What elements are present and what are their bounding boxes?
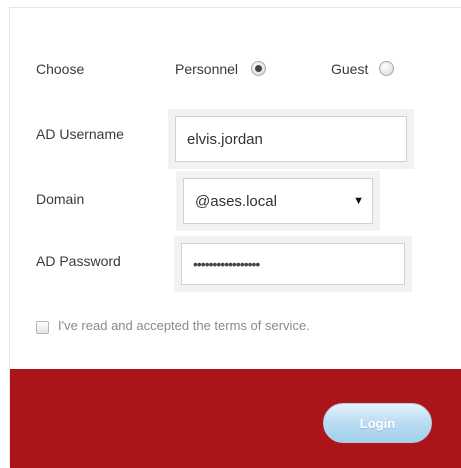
- personnel-label: Personnel: [175, 61, 239, 77]
- terms-label: I've read and accepted the terms of serv…: [58, 318, 310, 333]
- domain-label: Domain: [36, 191, 85, 207]
- choose-label: Choose: [36, 61, 85, 77]
- domain-selected-value: @ases.local: [195, 192, 277, 210]
- personnel-radio[interactable]: [251, 61, 266, 76]
- username-label: AD Username: [36, 126, 124, 142]
- domain-select[interactable]: @ases.local ▼: [183, 178, 373, 224]
- terms-checkbox[interactable]: [36, 321, 49, 334]
- password-field-wrap: •••••••••••••••••: [174, 236, 412, 292]
- password-masked-value: •••••••••••••••••: [193, 256, 260, 272]
- password-input[interactable]: •••••••••••••••••: [181, 243, 405, 285]
- footer-bar: Login: [10, 369, 461, 468]
- password-label: AD Password: [36, 253, 121, 269]
- login-card: Choose Personnel Guest AD Username Domai…: [9, 7, 461, 468]
- caret-down-icon: ▼: [353, 194, 364, 207]
- login-button[interactable]: Login: [323, 403, 432, 443]
- guest-radio[interactable]: [379, 61, 394, 76]
- username-field-wrap: [168, 109, 414, 169]
- guest-label: Guest: [331, 61, 369, 77]
- domain-field-wrap: @ases.local ▼: [176, 171, 380, 231]
- username-input[interactable]: [175, 116, 407, 162]
